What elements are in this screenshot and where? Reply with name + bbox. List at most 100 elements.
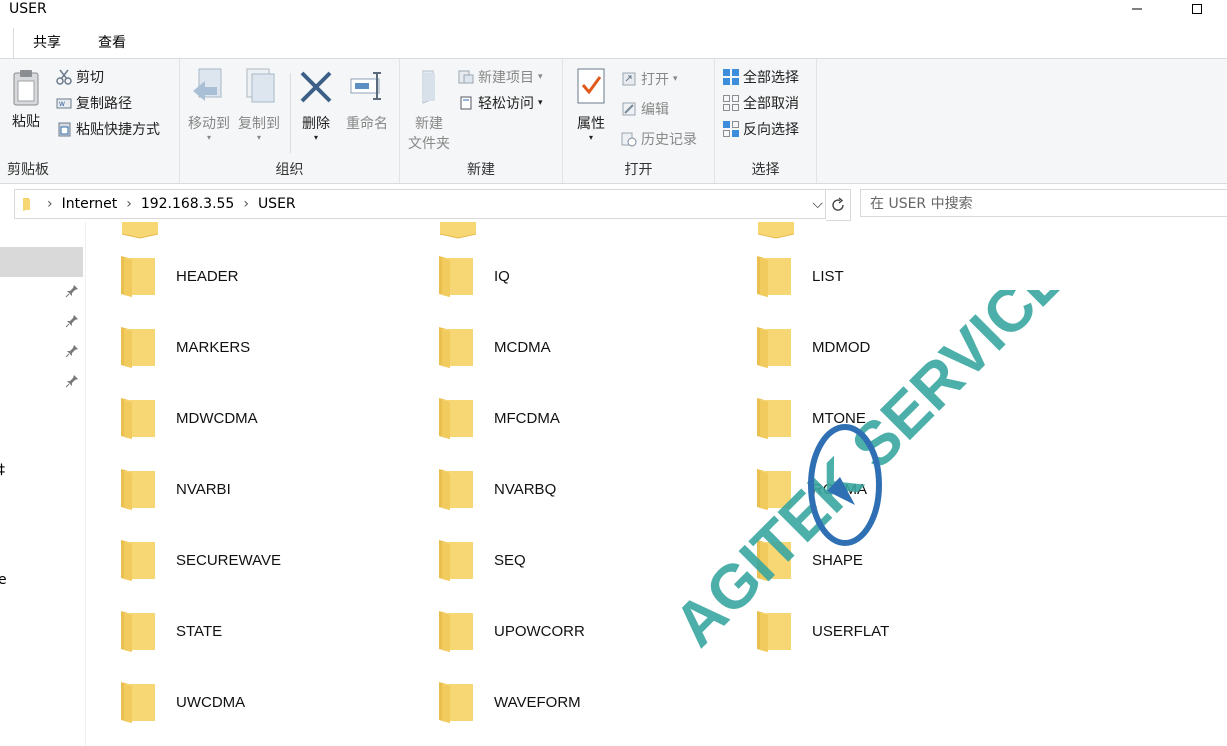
folder-item[interactable]: SECUREWAVE: [120, 530, 281, 590]
organize-group-label: 组织: [275, 162, 304, 178]
folder-icon: [757, 327, 791, 368]
easy-access-dropdown-icon: ▾: [538, 98, 543, 108]
folder-name: SHAPE: [812, 551, 863, 569]
folder-item[interactable]: MTONE: [756, 388, 866, 448]
folder-item[interactable]: IQ: [438, 246, 510, 306]
folder-name: STATE: [176, 622, 223, 640]
folder-name: MFCDMA: [494, 409, 560, 427]
folder-item[interactable]: MARKERS: [120, 317, 250, 377]
organize-divider: [290, 73, 291, 153]
paste-button[interactable]: 粘贴: [6, 69, 46, 131]
new-folder-button[interactable]: 新建 文件夹: [404, 67, 454, 153]
folder-item[interactable]: USERFLAT: [756, 601, 889, 661]
tab-file-edge[interactable]: [0, 28, 14, 58]
folder-item[interactable]: SEQ: [438, 530, 526, 590]
new-item-label: 新建项目: [478, 70, 534, 86]
copy-to-label: 复制到: [238, 116, 280, 132]
pin-icon[interactable]: [65, 344, 79, 362]
search-placeholder: 在 USER 中搜索: [870, 196, 973, 212]
paste-shortcut-icon: [58, 122, 71, 137]
select-all-button[interactable]: 全部选择: [723, 67, 799, 87]
invert-selection-button[interactable]: 反向选择: [723, 119, 799, 139]
folder-name: MDMOD: [812, 338, 871, 356]
maximize-icon: [1192, 4, 1202, 14]
cut-button[interactable]: 剪切: [56, 67, 104, 87]
rename-icon: [350, 72, 381, 100]
folder-item[interactable]: STATE: [120, 601, 222, 661]
delete-button[interactable]: 删除 ▾: [296, 67, 336, 142]
svg-text:W: W: [59, 101, 65, 108]
new-item-button[interactable]: 新建项目 ▾: [458, 67, 543, 87]
folder-item[interactable]: UPOWCORR: [438, 601, 585, 661]
search-input[interactable]: 在 USER 中搜索: [860, 189, 1227, 217]
tab-view[interactable]: 查看: [86, 28, 138, 58]
copy-to-button[interactable]: 复制到 ▾: [234, 67, 284, 142]
folder-icon: [757, 611, 791, 652]
pin-icon[interactable]: [65, 284, 79, 302]
pin-icon[interactable]: [65, 314, 79, 332]
address-bar[interactable]: › Internet › 192.168.3.55 › USER ⌵: [14, 189, 826, 219]
edit-button[interactable]: 编辑: [621, 99, 669, 119]
folder-item[interactable]: NVARBQ: [438, 459, 556, 519]
easy-access-label: 轻松访问: [478, 96, 534, 112]
folder-item[interactable]: HEADER: [120, 246, 239, 306]
folder-item[interactable]: WAVEFORM: [438, 672, 581, 732]
folder-icon: [757, 398, 791, 439]
copy-path-button[interactable]: W 复制路径: [56, 93, 132, 113]
folder-icon: [121, 469, 155, 510]
folder-item[interactable]: MFCDMA: [438, 388, 560, 448]
folder-icon: [757, 540, 791, 581]
folder-icon: [757, 222, 795, 239]
properties-dropdown-icon: ▾: [588, 133, 593, 142]
folder-item[interactable]: MDWCDMA: [120, 388, 258, 448]
folder-icon: [439, 256, 473, 297]
paste-shortcut-button[interactable]: 粘贴快捷方式: [56, 119, 160, 139]
move-to-button[interactable]: 移动到 ▾: [184, 67, 234, 142]
move-to-icon: [193, 68, 222, 101]
folder-item[interactable]: LIST: [756, 246, 844, 306]
properties-button[interactable]: 属性 ▾: [569, 67, 613, 142]
address-dropdown-icon[interactable]: ⌵: [812, 196, 823, 212]
select-none-icon: [723, 95, 739, 111]
select-all-label: 全部选择: [743, 70, 799, 86]
refresh-button[interactable]: [826, 189, 851, 221]
copy-to-icon: [246, 68, 275, 103]
breadcrumb-host[interactable]: 192.168.3.55: [141, 196, 235, 212]
maximize-button[interactable]: [1174, 0, 1220, 18]
copy-path-icon: W: [56, 98, 72, 109]
delete-dropdown-icon: ▾: [313, 133, 318, 142]
open-button[interactable]: 打开 ▾: [621, 69, 678, 89]
select-all-icon: [723, 69, 739, 85]
tab-share[interactable]: 共享: [22, 28, 72, 58]
folder-item[interactable]: NVARBI: [120, 459, 231, 519]
breadcrumb-user[interactable]: USER: [258, 196, 296, 212]
folder-item[interactable]: MCDMA: [438, 317, 551, 377]
easy-access-button[interactable]: 轻松访问 ▾: [458, 93, 543, 113]
history-button[interactable]: 历史记录: [621, 129, 697, 149]
breadcrumb-internet[interactable]: Internet: [62, 196, 118, 212]
folder-icon: [121, 682, 155, 723]
new-item-icon: [458, 70, 474, 84]
breadcrumb-chevron-icon: ›: [47, 196, 53, 212]
folder-item[interactable]: RCDMA: [756, 459, 867, 519]
new-folder-label-2: 文件夹: [408, 136, 450, 152]
nav-selected-item[interactable]: [0, 247, 83, 277]
folder-name: LIST: [812, 267, 844, 285]
folder-name: HEADER: [176, 267, 239, 285]
folder-icon: [439, 611, 473, 652]
copy-to-dropdown-icon: ▾: [256, 133, 261, 142]
group-open: 属性 ▾ 打开 ▾ 编辑 历史记录 打开: [563, 59, 715, 183]
minimize-button[interactable]: [1114, 0, 1160, 18]
nav-item-fragment[interactable]: e: [0, 572, 7, 588]
folder-name: UPOWCORR: [494, 622, 585, 640]
folder-item[interactable]: MDMOD: [756, 317, 870, 377]
edit-label: 编辑: [641, 102, 669, 118]
nav-item-fragment[interactable]: ‡: [0, 462, 5, 478]
folder-item[interactable]: UWCDMA: [120, 672, 245, 732]
select-none-button[interactable]: 全部取消: [723, 93, 799, 113]
pin-icon[interactable]: [65, 374, 79, 392]
folder-name: SECUREWAVE: [176, 551, 282, 569]
rename-button[interactable]: 重命名: [342, 67, 392, 133]
folder-item[interactable]: SHAPE: [756, 530, 863, 590]
folder-name: UWCDMA: [176, 693, 246, 711]
